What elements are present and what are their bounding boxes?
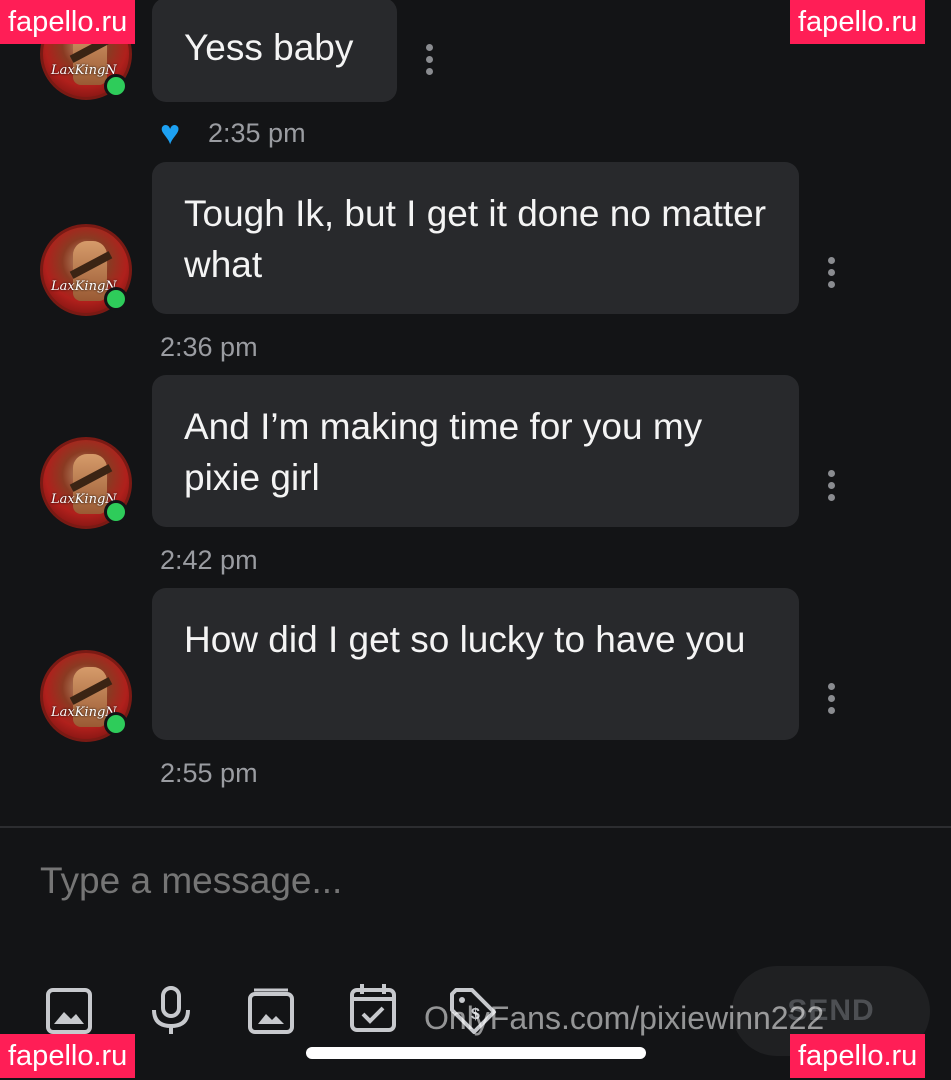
message-options-icon[interactable] xyxy=(426,44,434,75)
message-time: 2:42 pm xyxy=(160,545,258,575)
online-indicator xyxy=(104,500,128,524)
message-time: 2:55 pm xyxy=(160,758,258,788)
message-options-icon[interactable] xyxy=(828,257,836,288)
site-badge: fapello.ru xyxy=(790,1034,926,1078)
site-badge: fapello.ru xyxy=(790,0,926,44)
site-badge: fapello.ru xyxy=(0,1034,136,1078)
message-time: 2:35 pm xyxy=(208,118,306,148)
online-indicator xyxy=(104,712,128,736)
avatar-signature: LaxKingN xyxy=(51,63,117,78)
image-icon[interactable] xyxy=(44,986,94,1036)
divider xyxy=(0,826,951,828)
watermark: OnlyFans.com/pixiewinn222 xyxy=(424,1000,825,1036)
calendar-check-icon[interactable] xyxy=(348,982,398,1032)
message-options-icon[interactable] xyxy=(828,470,836,501)
message-bubble[interactable]: Yess baby xyxy=(152,0,397,102)
message-input[interactable] xyxy=(40,860,900,902)
media-vault-icon[interactable] xyxy=(246,986,296,1036)
message-bubble[interactable]: And I’m making time for you my pixie gir… xyxy=(152,375,799,527)
message-bubble[interactable]: How did I get so lucky to have you xyxy=(152,588,799,740)
online-indicator xyxy=(104,287,128,311)
heart-icon[interactable]: ♥ xyxy=(160,116,180,150)
message-options-icon[interactable] xyxy=(828,683,836,714)
microphone-icon[interactable] xyxy=(146,986,196,1036)
message-bubble[interactable]: Tough Ik, but I get it done no matter wh… xyxy=(152,162,799,314)
online-indicator xyxy=(104,74,128,98)
message-time: 2:36 pm xyxy=(160,332,258,362)
home-indicator[interactable] xyxy=(306,1047,646,1059)
site-badge: fapello.ru xyxy=(0,0,136,44)
